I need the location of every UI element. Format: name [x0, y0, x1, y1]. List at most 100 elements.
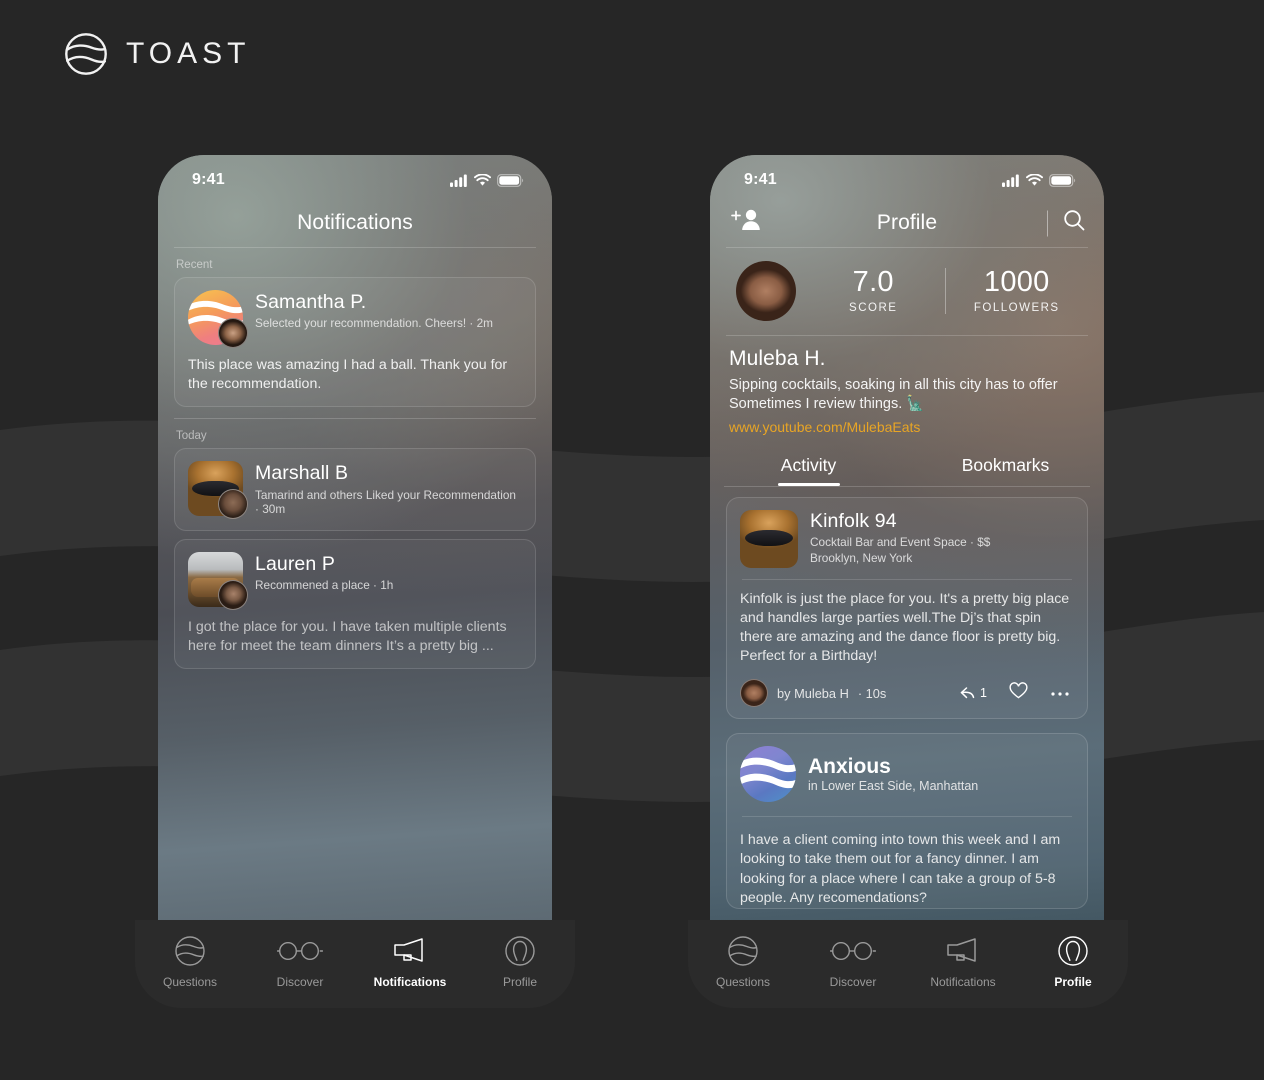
- status-bar-right: 9:41: [710, 155, 1104, 199]
- battery-full-icon: [1049, 173, 1076, 187]
- ellipsis-icon: [1051, 692, 1069, 696]
- person-outline-icon: [504, 934, 536, 968]
- tab-profile-label: Profile: [502, 975, 537, 989]
- reply-arrow-icon: [960, 687, 975, 699]
- notification-body: I got the place for you. I have taken mu…: [188, 618, 507, 654]
- tab-discover[interactable]: Discover: [798, 934, 908, 989]
- search-button[interactable]: [1062, 209, 1086, 238]
- venue-title: Kinfolk 94: [810, 509, 897, 532]
- screen-right: 9:41 Profile 7.0 SCORE 1000 FOLLOWERS Mu…: [710, 155, 1104, 920]
- tab-profile-label: Profile: [1054, 975, 1092, 989]
- active-tab-underline: [777, 482, 840, 486]
- screen-left: 9:41 Notifications Recent Samantha P. Se…: [158, 155, 552, 920]
- person-outline-icon: [1057, 934, 1089, 968]
- tab-profile[interactable]: Profile: [1018, 934, 1128, 989]
- stat-score: 7.0 SCORE: [806, 266, 941, 315]
- notification-subtitle: Selected your recommendation. Cheers! · …: [255, 316, 494, 331]
- venue-meta-line1: Cocktail Bar and Event Space · $$: [810, 535, 991, 549]
- notification-card-marshall[interactable]: Marshall B Tamarind and others Liked you…: [174, 448, 536, 531]
- reply-count: 1: [980, 686, 987, 701]
- avatar: [188, 551, 248, 610]
- search-icon: [1064, 210, 1085, 231]
- status-time: 9:41: [192, 171, 225, 188]
- profile-link[interactable]: www.youtube.com/MulebaEats: [729, 419, 1085, 435]
- divider: [742, 578, 1072, 580]
- tab-activity-label: Activity: [780, 454, 837, 475]
- user-photo-badge: [218, 579, 248, 610]
- divider: [1047, 210, 1048, 236]
- followers-value: 1000: [983, 266, 1050, 298]
- tab-bar-left: Questions Discover Notifications Profile: [135, 920, 575, 1008]
- tab-questions-label: Questions: [715, 975, 771, 989]
- profile-tabs: Activity Bookmarks: [710, 445, 1104, 486]
- notification-subtitle: Tamarind and others Liked your Recommend…: [255, 487, 516, 517]
- tab-questions[interactable]: Questions: [688, 934, 798, 989]
- divider: [724, 485, 1090, 487]
- tab-notifications[interactable]: Notifications: [908, 934, 1018, 989]
- tab-notifications[interactable]: Notifications: [355, 934, 465, 989]
- heart-outline-icon: [1009, 682, 1028, 699]
- notification-name: Marshall B: [255, 462, 349, 485]
- tab-profile[interactable]: Profile: [465, 934, 575, 989]
- review-time: · 10s: [857, 685, 887, 701]
- followers-label: FOLLOWERS: [973, 302, 1060, 314]
- notification-subtitle: Recommened a place · 1h: [255, 577, 394, 592]
- battery-full-icon: [497, 173, 524, 187]
- anxious-wave-logo-icon: [740, 746, 796, 803]
- score-label: SCORE: [849, 302, 898, 314]
- like-button[interactable]: [1009, 682, 1028, 705]
- stat-followers[interactable]: 1000 FOLLOWERS: [950, 266, 1085, 315]
- section-label-recent: Recent: [176, 259, 213, 271]
- tab-questions[interactable]: Questions: [135, 934, 245, 989]
- activity-card-kinfolk[interactable]: Kinfolk 94 Cocktail Bar and Event Space …: [726, 496, 1088, 720]
- profile-stats: 7.0 SCORE 1000 FOLLOWERS: [710, 248, 1104, 335]
- user-photo-badge: [218, 318, 248, 348]
- activity-card-anxious[interactable]: Anxious in Lower East Side, Manhattan I …: [726, 733, 1088, 909]
- status-bar-left: 9:41: [158, 155, 552, 199]
- page-title: Notifications: [297, 211, 413, 234]
- kinfolk-venue-photo: [740, 509, 798, 568]
- brand-logo: TOAST: [64, 32, 250, 76]
- section-label-today: Today: [176, 430, 207, 443]
- profile-name: Muleba H.: [729, 347, 826, 370]
- question-title: Anxious: [808, 754, 891, 778]
- tab-activity[interactable]: Activity: [710, 455, 907, 486]
- muleba-avatar[interactable]: [736, 261, 796, 321]
- tab-notifications-label: Notifications: [373, 975, 447, 989]
- avatar: [188, 290, 248, 348]
- tab-questions-label: Questions: [162, 975, 218, 989]
- nav-bar-left: Notifications: [158, 199, 552, 247]
- megaphone-icon: [392, 934, 428, 968]
- avatar: [188, 461, 248, 520]
- toast-wave-icon: [727, 934, 759, 968]
- megaphone-icon: [945, 934, 981, 968]
- profile-bio-block: Muleba H. Sipping cocktails, soaking in …: [710, 336, 1104, 445]
- tab-bookmarks[interactable]: Bookmarks: [907, 455, 1104, 486]
- venue-meta-line2: Brooklyn, New York: [810, 551, 913, 566]
- tab-discover-label: Discover: [829, 975, 877, 989]
- page-title: Profile: [876, 211, 938, 234]
- notification-card-samantha[interactable]: Samantha P. Selected your recommendation…: [174, 277, 536, 408]
- wifi-icon: [1026, 173, 1043, 186]
- brand-name: TOAST: [126, 37, 251, 70]
- tab-bar-right: Questions Discover Notifications Profile: [688, 920, 1128, 1008]
- divider: [742, 816, 1072, 818]
- score-value: 7.0: [852, 266, 894, 298]
- notification-name: Lauren P: [255, 552, 335, 575]
- tab-discover[interactable]: Discover: [245, 934, 355, 989]
- toast-wave-icon: [174, 934, 206, 968]
- review-author: by Muleba H: [777, 685, 849, 701]
- muleba-avatar-small: [740, 679, 768, 708]
- toast-wave-logo-icon: [65, 33, 107, 75]
- question-text: I have a client coming into town this we…: [740, 832, 1061, 906]
- wifi-icon: [474, 173, 491, 186]
- user-photo-badge: [218, 489, 248, 520]
- add-person-button[interactable]: [730, 208, 764, 239]
- profile-bio: Sipping cocktails, soaking in all this c…: [729, 377, 1058, 413]
- tab-notifications-label: Notifications: [930, 975, 996, 989]
- more-options-button[interactable]: [1050, 684, 1070, 702]
- tab-bookmarks-label: Bookmarks: [961, 454, 1050, 475]
- nav-bar-right: Profile: [710, 199, 1104, 247]
- reply-button[interactable]: 1: [959, 685, 987, 701]
- notification-card-lauren[interactable]: Lauren P Recommened a place · 1h I got t…: [174, 538, 536, 670]
